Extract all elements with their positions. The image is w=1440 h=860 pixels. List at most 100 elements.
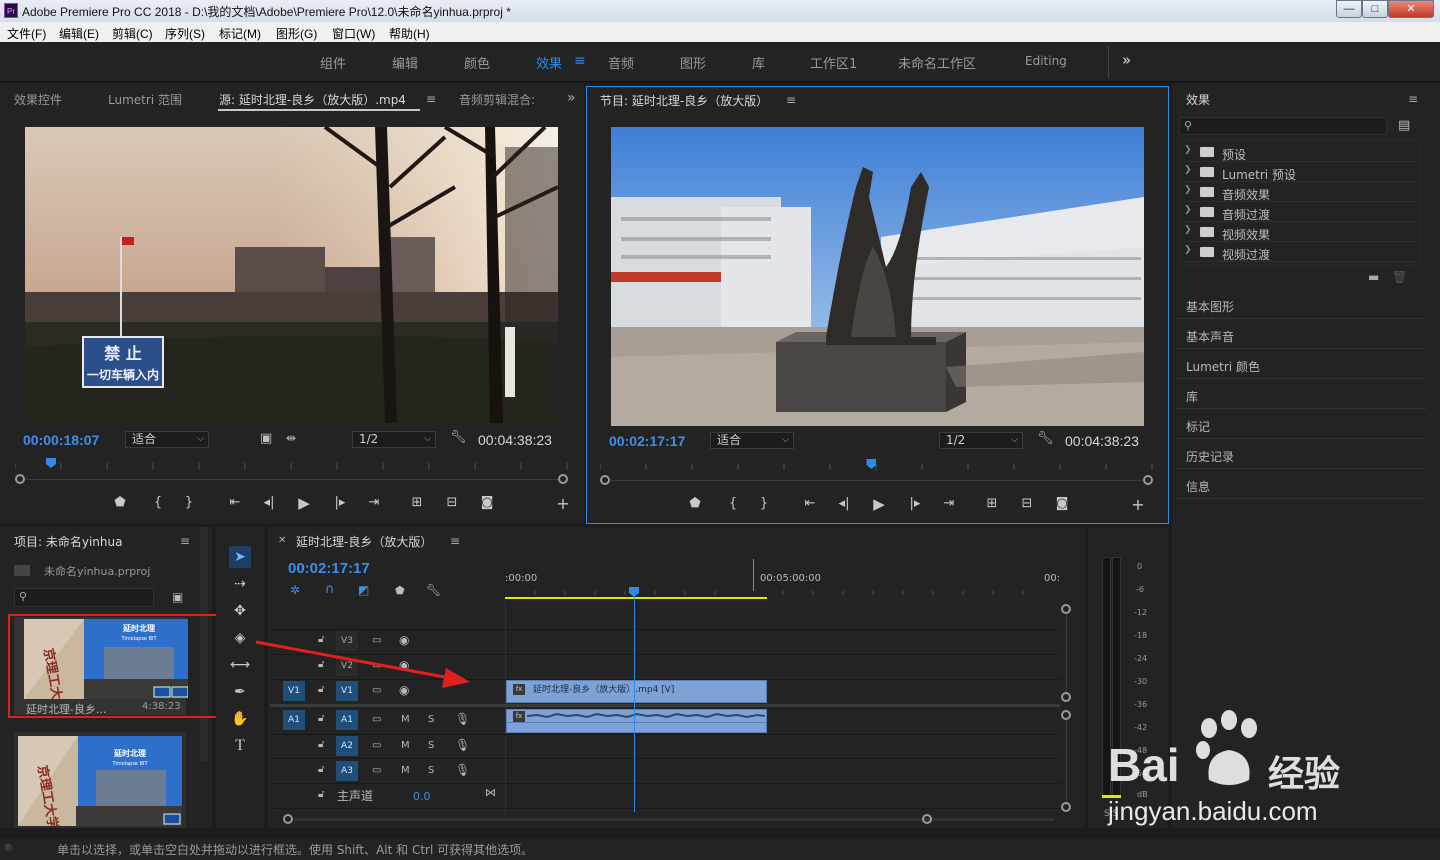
workspace-menu-icon[interactable]: ≡ <box>574 53 586 69</box>
effects-folder-audio-transitions[interactable]: ❯ 音频过渡 <box>1180 203 1420 222</box>
source-overflow-icon[interactable]: » <box>567 90 576 106</box>
add-marker-icon[interactable]: ⬟ <box>685 496 705 511</box>
go-to-out-icon[interactable]: ⇥ <box>364 495 384 510</box>
mute-button[interactable]: M <box>401 765 410 776</box>
menu-sequence[interactable]: 序列(S) <box>165 25 205 42</box>
camera-icon[interactable]: ◙ <box>477 495 497 510</box>
work-area-bar[interactable] <box>505 597 767 599</box>
go-to-in-icon[interactable]: ⇤ <box>800 496 820 511</box>
minimize-button[interactable]: — <box>1336 0 1362 18</box>
selection-tool-icon[interactable]: ➤ <box>229 546 251 568</box>
vscroll-handle[interactable] <box>1061 604 1071 614</box>
menu-graphics[interactable]: 图形(G) <box>276 25 317 42</box>
go-to-end-icon[interactable]: ⋈ <box>485 786 496 799</box>
hand-tool-icon[interactable]: ✋ <box>229 708 251 730</box>
tab-source[interactable]: 源: 延时北理-良乡（放大版）.mp4 <box>219 91 406 108</box>
project-search-input[interactable]: ⚲ <box>14 588 154 607</box>
section-history[interactable]: 历史记录 <box>1176 439 1426 469</box>
project-panel-menu-icon[interactable]: ≡ <box>180 534 190 548</box>
source-time-ruler[interactable] <box>14 458 569 469</box>
vscroll-track[interactable] <box>1066 720 1067 802</box>
source-panel-menu-icon[interactable]: ≡ <box>426 92 436 106</box>
microphone-icon[interactable]: 🎙︎ <box>455 738 470 752</box>
source-timecode[interactable]: 00:00:18:07 <box>23 432 99 448</box>
workspace-audio[interactable]: 音频 <box>608 53 634 72</box>
audio-clip[interactable]: fx <box>506 709 767 733</box>
project-clip-thumbnail-2[interactable]: 京理工大学 延时北理 Timelapse BIT <box>14 732 186 828</box>
master-volume-value[interactable]: 0.0 <box>413 790 431 803</box>
vscroll-handle[interactable] <box>1061 710 1071 720</box>
tab-audio-clip-mixer[interactable]: 音频剪辑混合: <box>459 91 535 108</box>
effects-folder-lumetri-presets[interactable]: ❯ Lumetri 预设 <box>1180 163 1420 182</box>
meter-solo-buttons[interactable]: S S <box>1104 809 1118 819</box>
timeline-timecode[interactable]: 00:02:17:17 <box>288 560 370 577</box>
solo-button[interactable]: S <box>428 714 434 725</box>
step-forward-icon[interactable]: |▸ <box>330 495 350 510</box>
workspace-libraries[interactable]: 库 <box>752 53 765 72</box>
sync-lock-icon[interactable]: ▭ <box>372 765 381 776</box>
section-lumetri-color[interactable]: Lumetri 颜色 <box>1176 349 1426 379</box>
go-to-in-icon[interactable]: ⇤ <box>225 495 245 510</box>
vscroll-handle[interactable] <box>1061 802 1071 812</box>
timeline-ruler[interactable]: :00:00 00:05:00:00 00: <box>505 559 1065 601</box>
step-back-icon[interactable]: ◂| <box>259 495 279 510</box>
slip-tool-icon[interactable]: ⟷ <box>229 654 251 676</box>
export-frame-icon[interactable]: ▣ <box>260 431 272 446</box>
track-a3-label[interactable]: A3 <box>336 761 358 781</box>
add-marker-icon[interactable]: ⬟ <box>395 584 405 597</box>
tab-effect-controls[interactable]: 效果控件 <box>14 91 62 108</box>
tab-lumetri-scopes[interactable]: Lumetri 范围 <box>108 91 182 108</box>
vscroll-handle[interactable] <box>1061 692 1071 702</box>
add-button-icon[interactable]: + <box>1128 495 1148 514</box>
program-title[interactable]: 节目: 延时北理-良乡（放大版） <box>600 92 768 109</box>
effects-folder-presets[interactable]: ❯ 预设 <box>1180 143 1420 162</box>
menu-window[interactable]: 窗口(W) <box>332 25 375 42</box>
menu-help[interactable]: 帮助(H) <box>389 25 430 42</box>
razor-tool-icon[interactable]: ◈ <box>229 627 251 649</box>
menu-marker[interactable]: 标记(M) <box>219 25 261 42</box>
hscroll-track[interactable] <box>294 818 1054 821</box>
section-libraries[interactable]: 库 <box>1176 379 1426 409</box>
section-info[interactable]: 信息 <box>1176 469 1426 499</box>
microphone-icon[interactable]: 🎙︎ <box>455 763 470 777</box>
trash-icon[interactable]: 🗑︎ <box>1392 270 1407 284</box>
mute-button[interactable]: M <box>401 740 410 751</box>
program-panel-menu-icon[interactable]: ≡ <box>786 93 796 107</box>
section-essential-graphics[interactable]: 基本图形 <box>1176 289 1426 319</box>
menu-clip[interactable]: 剪辑(C) <box>112 25 153 42</box>
source-zoom-dropdown[interactable]: 适合 ⌵ <box>125 431 209 448</box>
program-resolution-dropdown[interactable]: 1/2 ⌵ <box>939 432 1023 449</box>
wrench-icon[interactable]: 🔧︎ <box>426 583 441 597</box>
lock-icon[interactable]: 🔓︎ <box>318 764 324 775</box>
section-markers[interactable]: 标记 <box>1176 409 1426 439</box>
program-zoom-handle-right[interactable] <box>1143 475 1153 485</box>
sync-lock-icon[interactable]: ▭ <box>372 714 381 725</box>
workspace-untitled[interactable]: 未命名工作区 <box>898 53 976 72</box>
find-icon[interactable]: ▣ <box>172 590 183 604</box>
solo-button[interactable]: S <box>428 740 434 751</box>
extract-icon[interactable]: ⊟ <box>1017 496 1037 511</box>
vscroll-track[interactable] <box>1066 614 1067 692</box>
mute-button[interactable]: M <box>401 714 410 725</box>
lift-icon[interactable]: ⊞ <box>982 496 1002 511</box>
nest-icon[interactable]: ✲ <box>290 583 300 597</box>
mark-in-icon[interactable]: { <box>148 495 168 510</box>
microphone-icon[interactable]: 🎙︎ <box>455 712 470 726</box>
effects-folder-video-effects[interactable]: ❯ 视频效果 <box>1180 223 1420 242</box>
overwrite-icon[interactable]: ⊟ <box>442 495 462 510</box>
source-zoom-handle-left[interactable] <box>15 474 25 484</box>
close-sequence-icon[interactable]: ✕ <box>278 535 286 546</box>
menu-file[interactable]: 文件(F) <box>7 25 46 42</box>
hscroll-handle-left[interactable] <box>283 814 293 824</box>
lock-icon[interactable]: 🔓︎ <box>318 739 324 750</box>
source-patch-a1[interactable]: A1 <box>283 710 305 730</box>
sequence-tab[interactable]: 延时北理-良乡（放大版） <box>296 533 432 550</box>
solo-button[interactable]: S <box>428 765 434 776</box>
workspace-editing-en[interactable]: Editing <box>1025 54 1067 68</box>
workspace-effects[interactable]: 效果 <box>536 53 562 72</box>
add-button-icon[interactable]: + <box>553 494 573 513</box>
pen-tool-icon[interactable]: ✒ <box>229 681 251 703</box>
add-marker-icon[interactable]: ⬟ <box>110 495 130 510</box>
source-resolution-dropdown[interactable]: 1/2 ⌵ <box>352 431 436 448</box>
workspace-assembly[interactable]: 组件 <box>320 53 346 72</box>
